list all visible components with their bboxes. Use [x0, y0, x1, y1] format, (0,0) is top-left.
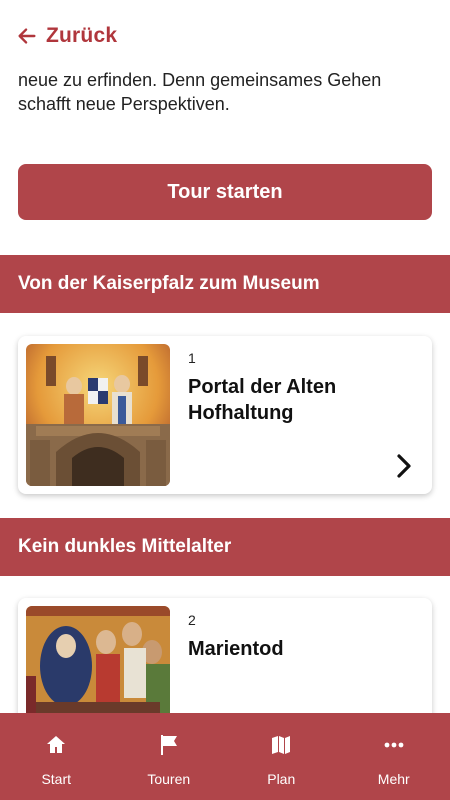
nav-label: Plan [267, 771, 296, 787]
bottom-navigation: Start Touren Plan Mehr [0, 713, 450, 800]
chevron-right-icon[interactable] [392, 452, 416, 480]
home-icon [47, 736, 66, 753]
section-header: Von der Kaiserpfalz zum Museum [0, 255, 450, 313]
arrow-left-icon [18, 28, 36, 44]
intro-text: neue zu erfinden. Denn gemeinsames Gehen… [18, 70, 382, 114]
stop-number: 2 [188, 612, 196, 628]
nav-start[interactable]: Start [0, 713, 113, 800]
map-icon [272, 736, 291, 754]
nav-mehr[interactable]: Mehr [338, 713, 450, 800]
nav-label: Mehr [377, 771, 410, 787]
stop-card[interactable]: 1 Portal der Alten Hofhaltung [18, 336, 432, 494]
more-dots-icon [384, 742, 404, 748]
back-button[interactable]: Zurück [16, 24, 117, 48]
back-label: Zurück [46, 24, 118, 47]
nav-label: Touren [147, 771, 191, 787]
nav-plan[interactable]: Plan [225, 713, 338, 800]
nav-label: Start [41, 771, 72, 787]
start-tour-button[interactable]: Tour starten [18, 164, 432, 220]
stop-image [26, 344, 170, 486]
flag-icon [160, 735, 177, 755]
section-header: Kein dunkles Mittelalter [0, 518, 450, 576]
stop-number: 1 [188, 350, 196, 366]
top-bar: Zurück [0, 0, 450, 70]
stop-title: Marientod [188, 638, 284, 660]
nav-touren[interactable]: Touren [113, 713, 226, 800]
stop-title: Portal der Alten Hofhaltung [188, 376, 337, 424]
